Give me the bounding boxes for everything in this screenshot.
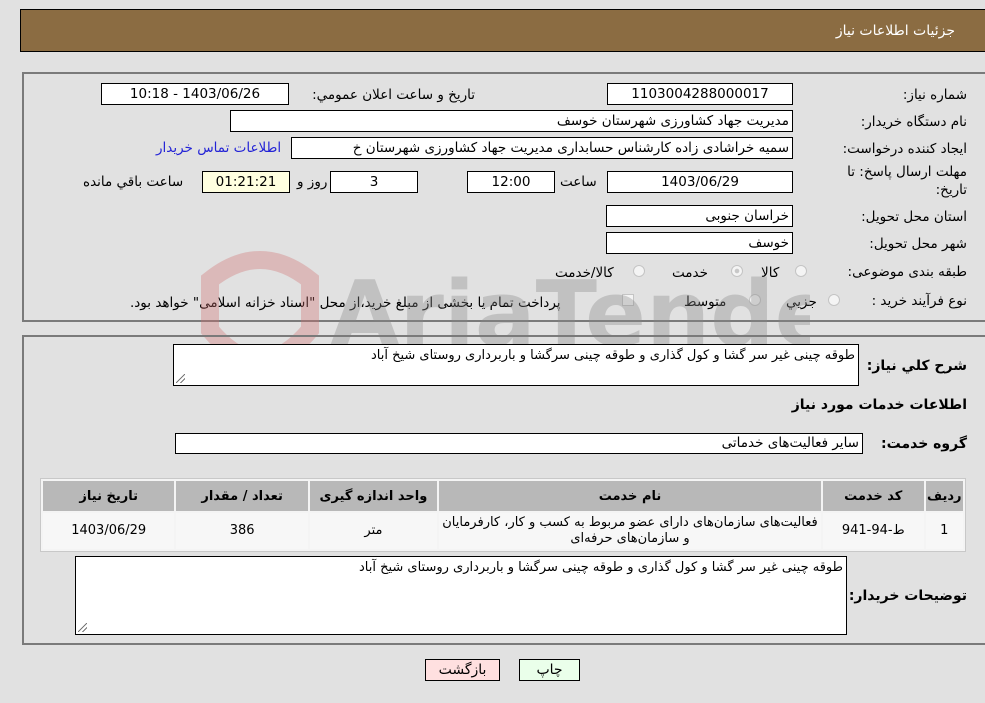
buyer-contact-link[interactable]: اطلاعات تماس خریدار (156, 140, 281, 156)
service-group-field: سایر فعالیت‌های خدماتی (175, 433, 863, 454)
process-minor-label: جزيي (786, 294, 817, 310)
category-goods-label: کالا (761, 265, 780, 281)
category-goods-service-label: کالا/خدمت (555, 265, 614, 281)
description-textarea[interactable]: طوقه چینی غیر سر گشا و کول گذاری و طوقه … (173, 344, 859, 386)
category-service-label: خدمت (672, 265, 708, 281)
buyer-org-field: مدیریت جهاد کشاورزی شهرستان خوسف (230, 110, 793, 132)
resize-grip-icon[interactable] (176, 374, 185, 383)
col-row-number: ردیف (925, 481, 963, 511)
col-unit: واحد اندازه گیری (309, 481, 438, 511)
description-label: شرح کلي نياز: (866, 358, 967, 374)
process-type-label: نوع فرآیند خرید : (871, 293, 967, 309)
description-text: طوقه چینی غیر سر گشا و کول گذاری و طوقه … (370, 348, 855, 363)
back-button[interactable]: بازگشت (425, 659, 500, 681)
cell-row-number: 1 (925, 513, 963, 549)
process-minor-radio[interactable] (828, 294, 840, 306)
province-field: خراسان جنوبی (606, 205, 793, 227)
buyer-notes-text: طوقه چینی غیر سر گشا و کول گذاری و طوقه … (358, 560, 843, 575)
buyer-notes-label: توضیحات خریدار: (848, 588, 967, 604)
days-label: روز و (297, 174, 328, 190)
print-button[interactable]: چاپ (519, 659, 580, 681)
province-label: استان محل تحویل: (861, 209, 967, 225)
creator-field: سمیه خراشادی زاده کارشناس حسابداری مدیری… (291, 137, 793, 159)
announce-date-field: 1403/06/26 - 10:18 (101, 83, 289, 105)
buyer-org-label: نام دستگاه خریدار: (860, 114, 967, 130)
deadline-time-field: 12:00 (467, 171, 555, 193)
need-number-label: شماره نیاز: (902, 87, 967, 103)
table-header-row: ردیف کد خدمت نام خدمت واحد اندازه گیری ت… (43, 481, 963, 511)
remaining-time-label: ساعت باقي مانده (83, 174, 184, 190)
process-medium-radio[interactable] (749, 294, 761, 306)
deadline-time-label: ساعت (560, 174, 597, 190)
col-quantity: تعداد / مقدار (176, 481, 308, 511)
creator-label: ایجاد کننده درخواست: (842, 141, 967, 157)
process-medium-label: متوسط (684, 294, 727, 310)
deadline-date-field: 1403/06/29 (607, 171, 793, 193)
need-number-field: 1103004288000017 (607, 83, 793, 105)
category-goods-radio[interactable] (795, 265, 807, 277)
treasury-checkbox[interactable] (622, 294, 634, 306)
category-service-radio[interactable] (731, 265, 743, 277)
cell-quantity: 386 (176, 513, 308, 549)
buyer-notes-textarea[interactable]: طوقه چینی غیر سر گشا و کول گذاری و طوقه … (75, 556, 847, 635)
col-need-date: تاریخ نیاز (43, 481, 175, 511)
resize-grip-icon[interactable] (78, 623, 87, 632)
cell-unit: متر (309, 513, 438, 549)
services-table: ردیف کد خدمت نام خدمت واحد اندازه گیری ت… (40, 478, 966, 552)
page-title: جزئیات اطلاعات نیاز (835, 23, 955, 39)
treasury-note: پرداخت تمام یا بخشی از مبلغ خرید،از محل … (130, 295, 561, 311)
deadline-label: مهلت ارسال پاسخ: تا تاریخ: (847, 164, 967, 198)
category-goods-service-radio[interactable] (633, 265, 645, 277)
page-header: جزئیات اطلاعات نیاز (20, 9, 985, 52)
category-label: طبقه بندی موضوعی: (847, 264, 967, 280)
services-heading: اطلاعات خدمات مورد نیاز (791, 397, 967, 413)
remaining-time-field: 01:21:21 (202, 171, 290, 193)
cell-service-name: فعالیت‌های سازمان‌های دارای عضو مربوط به… (439, 513, 821, 549)
cell-need-date: 1403/06/29 (43, 513, 175, 549)
city-field: خوسف (606, 232, 793, 254)
col-service-code: کد خدمت (822, 481, 924, 511)
announce-label: تاریخ و ساعت اعلان عمومي: (312, 87, 475, 103)
service-group-label: گروه خدمت: (881, 436, 967, 452)
cell-service-code: ط-94-941 (822, 513, 924, 549)
days-remaining-field: 3 (330, 171, 418, 193)
table-row: 1 ط-94-941 فعالیت‌های سازمان‌های دارای ع… (43, 513, 963, 549)
col-service-name: نام خدمت (439, 481, 821, 511)
city-label: شهر محل تحویل: (869, 236, 967, 252)
